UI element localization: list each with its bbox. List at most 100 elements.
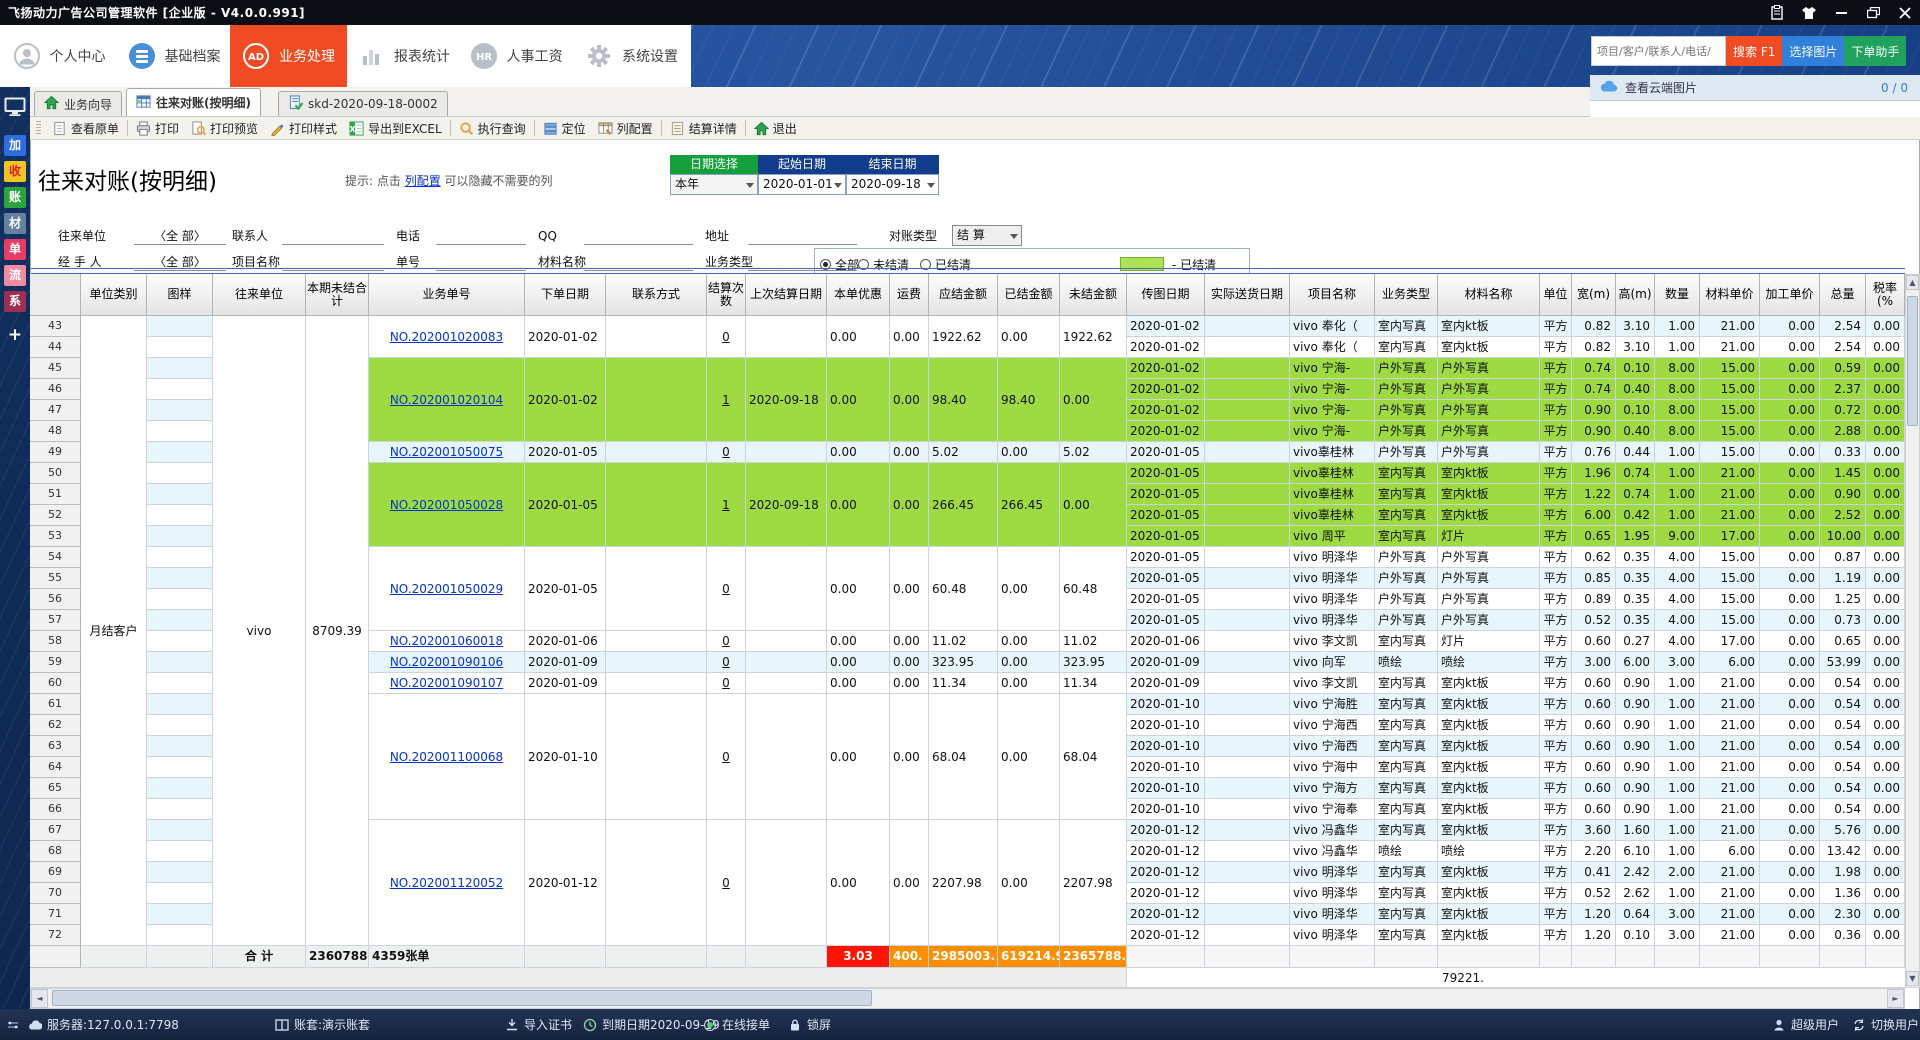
toolbar-button-excel[interactable]: X导出到EXCEL bbox=[343, 118, 448, 139]
column-header-biz[interactable]: 业务类型 bbox=[1375, 274, 1438, 316]
row-number-cell[interactable]: 70 bbox=[30, 883, 81, 904]
toolbar-button-locate[interactable]: 定位 bbox=[537, 118, 592, 139]
row-number-cell[interactable]: 54 bbox=[30, 547, 81, 568]
toolbar-button-exit[interactable]: 退出 bbox=[748, 118, 803, 139]
toolbar-button-preview[interactable]: 打印预览 bbox=[185, 118, 264, 139]
toolbar-button-doc[interactable]: 查看原单 bbox=[46, 118, 125, 139]
end-date-select[interactable]: 2020-09-18 bbox=[846, 174, 939, 195]
column-header-tot[interactable]: 总量 bbox=[1820, 274, 1866, 316]
row-number-cell[interactable]: 65 bbox=[30, 778, 81, 799]
order-link[interactable]: NO.202001100068 bbox=[390, 747, 503, 767]
toolbar-button-search[interactable]: 执行查询 bbox=[453, 118, 532, 139]
column-header-mp[interactable]: 材料单价 bbox=[1700, 274, 1760, 316]
row-number-cell[interactable]: 47 bbox=[30, 400, 81, 421]
settle-times-link[interactable]: 0 bbox=[722, 579, 730, 599]
row-number-cell[interactable]: 72 bbox=[30, 925, 81, 946]
settle-times-link[interactable]: 0 bbox=[722, 442, 730, 462]
pick-image-button[interactable]: 选择图片 bbox=[1782, 36, 1844, 66]
toolbar-button-detail[interactable]: 结算详情 bbox=[664, 118, 743, 139]
nav-item-业务处理[interactable]: AD业务处理 bbox=[230, 25, 347, 87]
column-header-due[interactable]: 应结金额 bbox=[929, 274, 998, 316]
monitor-icon[interactable] bbox=[4, 97, 26, 120]
h-scroll-right-arrow[interactable]: ► bbox=[1887, 989, 1904, 1008]
status-lock[interactable]: 锁屏 bbox=[788, 1009, 831, 1040]
column-header-cat[interactable]: 单位类别 bbox=[81, 274, 147, 316]
settle-times-link[interactable]: 0 bbox=[722, 631, 730, 651]
column-header-w[interactable]: 宽(m) bbox=[1572, 274, 1616, 316]
row-number-cell[interactable]: 56 bbox=[30, 589, 81, 610]
search-input[interactable] bbox=[1591, 36, 1726, 66]
filter-field-地址[interactable] bbox=[748, 227, 857, 245]
row-number-cell[interactable]: 49 bbox=[30, 442, 81, 463]
sidebar-badge-账[interactable]: 账 bbox=[4, 187, 26, 208]
row-number-cell[interactable]: 60 bbox=[30, 673, 81, 694]
status-server[interactable]: 服务器:127.0.0.1:7798 bbox=[28, 1009, 179, 1040]
row-number-cell[interactable]: 69 bbox=[30, 862, 81, 883]
row-number-cell[interactable]: 62 bbox=[30, 715, 81, 736]
order-link[interactable]: NO.202001050028 bbox=[390, 495, 503, 515]
account-type-select[interactable]: 结 算 bbox=[952, 225, 1022, 246]
row-number-cell[interactable]: 55 bbox=[30, 568, 81, 589]
sidebar-badge-流[interactable]: 流 bbox=[4, 265, 26, 286]
status-import[interactable]: 导入证书 bbox=[505, 1009, 572, 1040]
h-scroll-thumb[interactable] bbox=[52, 990, 872, 1006]
close-button[interactable] bbox=[1896, 5, 1914, 21]
row-number-cell[interactable]: 64 bbox=[30, 757, 81, 778]
row-number-cell[interactable]: 43 bbox=[30, 316, 81, 337]
status-clock[interactable]: 到期日期2020-09-19 bbox=[583, 1009, 720, 1040]
skin-icon[interactable] bbox=[1800, 5, 1818, 21]
column-header-contact[interactable]: 联系方式 bbox=[606, 274, 707, 316]
nav-item-基础档案[interactable]: 基础档案 bbox=[118, 25, 230, 87]
sidebar-badge-加[interactable]: 加 bbox=[4, 135, 26, 156]
nav-item-人事工资[interactable]: HR人事工资 bbox=[460, 25, 572, 87]
column-header-cust[interactable]: 往来单位 bbox=[213, 274, 306, 316]
order-link[interactable]: NO.202001050029 bbox=[390, 579, 503, 599]
column-header-order[interactable]: 业务单号 bbox=[369, 274, 525, 316]
status-book[interactable]: 账套:演示账套 bbox=[275, 1009, 370, 1040]
column-header-qty[interactable]: 数量 bbox=[1655, 274, 1700, 316]
row-number-cell[interactable]: 50 bbox=[30, 463, 81, 484]
row-number-cell[interactable]: 66 bbox=[30, 799, 81, 820]
settle-times-link[interactable]: 0 bbox=[722, 673, 730, 693]
toolbar-grip[interactable] bbox=[36, 121, 41, 135]
column-header-un[interactable]: 未结金额 bbox=[1060, 274, 1127, 316]
row-number-cell[interactable]: 52 bbox=[30, 505, 81, 526]
settle-times-link[interactable]: 1 bbox=[722, 390, 730, 410]
order-link[interactable]: NO.202001090107 bbox=[390, 673, 503, 693]
column-header-pat[interactable]: 图样 bbox=[147, 274, 213, 316]
v-scroll-up-arrow[interactable]: ▲ bbox=[1906, 275, 1919, 290]
nav-item-个人中心[interactable]: 个人中心 bbox=[0, 25, 118, 87]
restore-button[interactable] bbox=[1864, 5, 1882, 21]
row-number-cell[interactable]: 48 bbox=[30, 421, 81, 442]
sidebar-badge-材[interactable]: 材 bbox=[4, 213, 26, 234]
column-header-fr[interactable]: 运费 bbox=[890, 274, 929, 316]
status-switch[interactable]: 切换用户 bbox=[1852, 1009, 1919, 1040]
column-header-sdate[interactable]: 实际送货日期 bbox=[1205, 274, 1290, 316]
date-range-select[interactable]: 本年 bbox=[670, 174, 758, 195]
order-link[interactable]: NO.202001090106 bbox=[390, 652, 503, 672]
order-helper-button[interactable]: 下单助手 bbox=[1844, 36, 1906, 66]
v-scroll-down-arrow[interactable]: ▼ bbox=[1906, 971, 1919, 986]
hint-column-config-link[interactable]: 列配置 bbox=[405, 174, 441, 188]
filter-field-电话[interactable] bbox=[436, 227, 526, 245]
cloud-panel[interactable]: 查看云端图片 0 / 0 bbox=[1590, 75, 1920, 101]
row-number-cell[interactable]: 46 bbox=[30, 379, 81, 400]
v-scroll-thumb[interactable] bbox=[1907, 296, 1918, 426]
row-number-cell[interactable]: 57 bbox=[30, 610, 81, 631]
sidebar-badge-系[interactable]: 系 bbox=[4, 291, 26, 312]
filter-field-往来单位[interactable]: 〈全 部〉 bbox=[134, 227, 226, 245]
order-link[interactable]: NO.202001060018 bbox=[390, 631, 503, 651]
row-number-cell[interactable]: 63 bbox=[30, 736, 81, 757]
column-header-paid[interactable]: 已结金额 bbox=[998, 274, 1060, 316]
row-number-cell[interactable]: 61 bbox=[30, 694, 81, 715]
minimize-button[interactable] bbox=[1832, 5, 1850, 21]
row-number-cell[interactable]: 44 bbox=[30, 337, 81, 358]
tab-wizard[interactable]: 业务向导 bbox=[34, 91, 122, 116]
toolbar-button-columns[interactable]: 列配置 bbox=[592, 118, 659, 139]
column-header-odate[interactable]: 下单日期 bbox=[525, 274, 606, 316]
row-number-cell[interactable]: 58 bbox=[30, 631, 81, 652]
column-header-h[interactable]: 高(m) bbox=[1616, 274, 1655, 316]
sidebar-badge-收[interactable]: 收 bbox=[4, 161, 26, 182]
row-number-cell[interactable]: 45 bbox=[30, 358, 81, 379]
notes-icon[interactable] bbox=[1768, 5, 1786, 21]
